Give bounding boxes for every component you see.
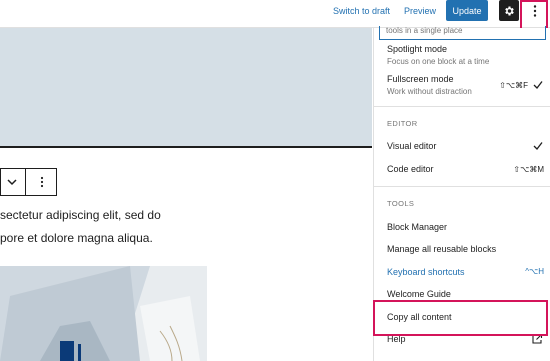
welcome-guide-item[interactable]: Welcome Guide: [387, 289, 451, 299]
paragraph-line[interactable]: pore et dolore magna aliqua.: [0, 231, 153, 245]
spotlight-mode-description: Focus on one block at a time: [387, 57, 490, 66]
menu-divider: [374, 186, 550, 187]
switch-to-draft-button[interactable]: Switch to draft: [333, 6, 390, 16]
toolbar-divider: [25, 169, 26, 195]
menu-search-input[interactable]: tools in a single place: [379, 26, 546, 40]
tools-section-title: TOOLS: [387, 199, 415, 208]
keyboard-shortcuts-shortcut: ^⌥H: [525, 267, 544, 276]
spotlight-mode-item[interactable]: Spotlight mode: [387, 44, 447, 54]
gear-icon: [505, 6, 514, 15]
paragraph-line[interactable]: sectetur adipiscing elit, sed do: [0, 208, 161, 222]
manage-reusable-blocks-item[interactable]: Manage all reusable blocks: [387, 244, 496, 254]
keyboard-shortcuts-item[interactable]: Keyboard shortcuts: [387, 267, 465, 277]
update-button[interactable]: Update: [446, 0, 488, 21]
chevron-down-icon[interactable]: [5, 176, 19, 188]
separator-block[interactable]: [0, 146, 372, 148]
update-button-label: Update: [452, 5, 482, 16]
block-manager-item[interactable]: Block Manager: [387, 222, 447, 232]
check-icon: [533, 142, 543, 150]
cover-block[interactable]: [0, 28, 372, 146]
preview-button[interactable]: Preview: [404, 6, 436, 16]
menu-divider: [374, 106, 550, 107]
block-toolbar: [0, 168, 57, 196]
settings-button[interactable]: [499, 0, 519, 21]
check-icon: [533, 81, 543, 89]
menu-search-value: tools in a single place: [386, 26, 463, 35]
code-editor-item[interactable]: Code editor: [387, 164, 434, 174]
code-editor-shortcut: ⇧⌥⌘M: [513, 165, 544, 174]
more-options-icon[interactable]: [35, 175, 49, 189]
copy-all-content-highlight-box: [373, 300, 548, 336]
fullscreen-shortcut: ⇧⌥⌘F: [499, 81, 528, 90]
image-block[interactable]: [0, 266, 207, 361]
fullscreen-mode-item[interactable]: Fullscreen mode: [387, 74, 454, 84]
building-image: [0, 266, 207, 361]
editor-section-title: EDITOR: [387, 119, 418, 128]
visual-editor-item[interactable]: Visual editor: [387, 141, 436, 151]
editor-header: Switch to draft Preview Update: [0, 0, 550, 28]
editor-canvas: sectetur adipiscing elit, sed do pore et…: [0, 28, 372, 361]
fullscreen-mode-description: Work without distraction: [387, 87, 472, 96]
